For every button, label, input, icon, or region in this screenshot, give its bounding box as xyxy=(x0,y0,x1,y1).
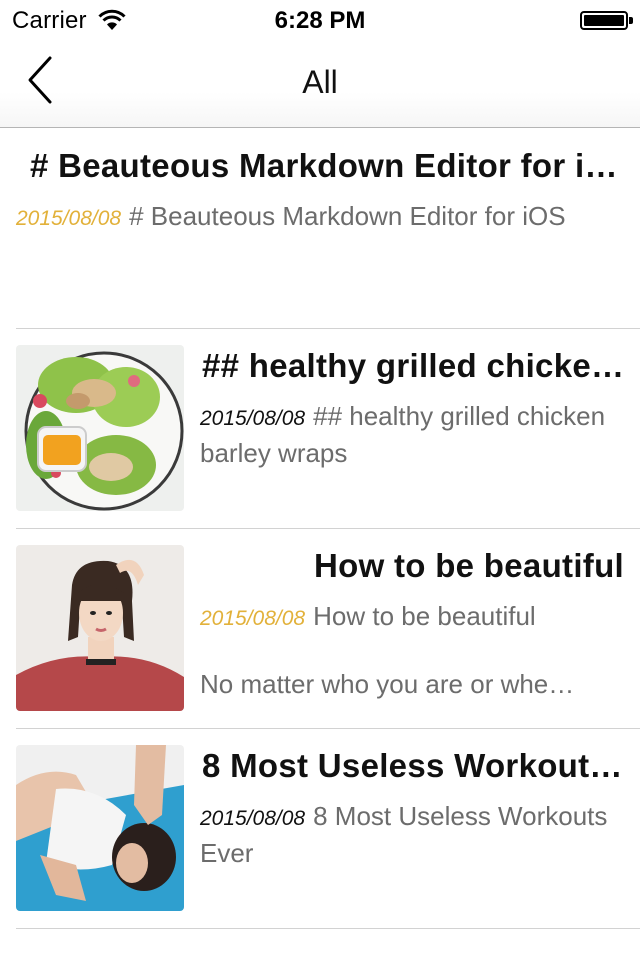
battery-icon xyxy=(580,11,633,30)
salad-photo xyxy=(16,345,184,511)
note-summary: 2015/08/08 How to be beautiful xyxy=(200,599,624,636)
row-divider xyxy=(16,928,640,929)
note-summary: 2015/08/08 8 Most Useless Workouts Ever xyxy=(200,799,624,871)
note-preview: How to be beautiful xyxy=(313,601,536,631)
note-extra-preview: No matter who you are or whe… xyxy=(200,669,575,699)
note-preview: # Beauteous Markdown Editor for iOS xyxy=(129,201,566,231)
note-date: 2015/08/08 xyxy=(200,607,306,630)
note-title: 8 Most Useless Workout… xyxy=(202,747,623,784)
note-title: How to be beautiful xyxy=(313,547,624,584)
list-item[interactable]: How to be beautiful 2015/08/08 How to be … xyxy=(0,529,640,729)
note-date: 2015/08/08 xyxy=(200,807,306,830)
status-bar: Carrier 6:28 PM xyxy=(0,0,640,40)
list-item[interactable]: # Beauteous Markdown Editor for i… 2015/… xyxy=(0,129,640,329)
note-date: 2015/08/08 xyxy=(16,207,122,230)
note-title: # Beauteous Markdown Editor for i… xyxy=(30,147,618,184)
list-item[interactable]: 8 Most Useless Workout… 2015/08/08 8 Most… xyxy=(0,729,640,929)
list-item[interactable]: ## healthy grilled chicke… 2015/08/08 ## … xyxy=(0,329,640,529)
woman-portrait-photo xyxy=(16,545,184,711)
navigation-bar: All xyxy=(0,40,640,128)
clock: 6:28 PM xyxy=(274,7,366,34)
note-summary: 2015/08/08 ## healthy grilled chicken bar… xyxy=(200,399,624,471)
notes-list[interactable]: # Beauteous Markdown Editor for i… 2015/… xyxy=(0,129,640,929)
workout-photo xyxy=(16,745,184,911)
note-summary: 2015/08/08 # Beauteous Markdown Editor fo… xyxy=(16,199,624,236)
note-date: 2015/08/08 xyxy=(200,407,306,430)
note-title: ## healthy grilled chicke… xyxy=(202,347,624,384)
page-title: All xyxy=(302,64,338,100)
